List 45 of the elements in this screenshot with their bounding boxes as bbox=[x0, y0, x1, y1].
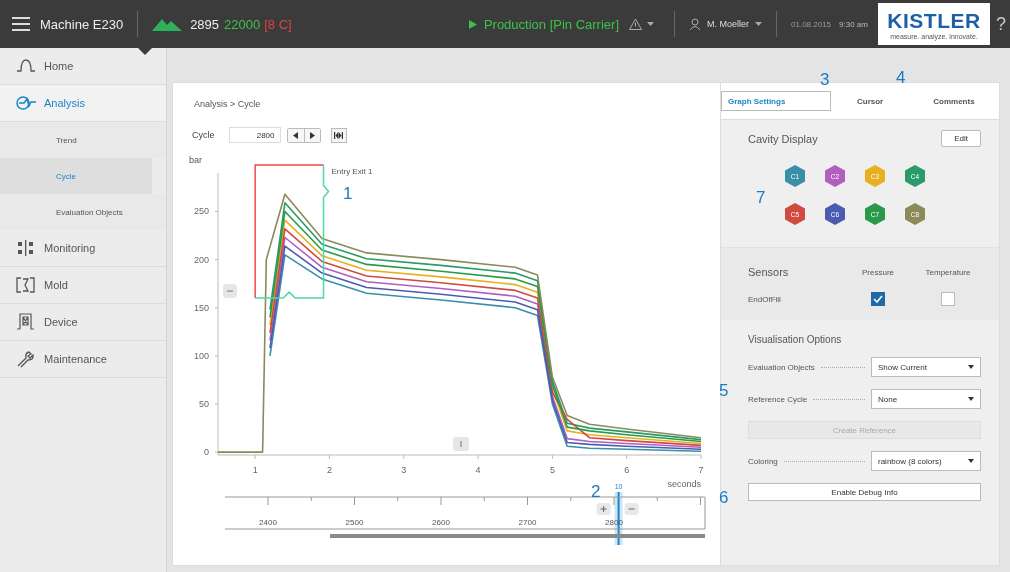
tick-label: 2400 bbox=[259, 518, 277, 527]
tick-label: 200 bbox=[193, 254, 209, 265]
option-label: Evaluation Objects bbox=[748, 362, 815, 372]
tick-label: 250 bbox=[193, 206, 209, 217]
tick-label: 5 bbox=[549, 465, 555, 475]
sensor-name: EndOfFill bbox=[748, 294, 782, 304]
callout-number: 1 bbox=[343, 184, 353, 204]
section-title: Cavity Display bbox=[748, 132, 818, 145]
section-title: Visualisation Options bbox=[748, 334, 843, 345]
window-label: Entry Exit 1 bbox=[331, 167, 373, 176]
machine-name: Machine E230 bbox=[40, 16, 124, 32]
tick-label: 4 bbox=[475, 465, 481, 475]
tick-label: 2 bbox=[326, 465, 332, 475]
tick-label: 6 bbox=[624, 465, 630, 475]
column-header: Pressure bbox=[861, 267, 895, 277]
tick-label: 2500 bbox=[345, 518, 364, 527]
tick-label: 7 bbox=[698, 465, 704, 475]
time: 9:30 am bbox=[839, 19, 868, 29]
option-label: Reference Cycle bbox=[748, 394, 808, 404]
tick-label: 0 bbox=[204, 447, 209, 458]
callout-number: 5 bbox=[719, 381, 729, 401]
section-title: Sensors bbox=[748, 266, 790, 278]
tick-label: 2700 bbox=[518, 518, 537, 527]
tick-label: 150 bbox=[193, 302, 209, 313]
field-label: Cycle bbox=[192, 130, 215, 140]
tick-label: 3 bbox=[401, 465, 407, 475]
cavity-count: [8 C] bbox=[264, 16, 292, 32]
callout-number: 3 bbox=[820, 70, 830, 90]
axis-label: seconds bbox=[667, 479, 701, 489]
option-label: Coloring bbox=[748, 456, 778, 466]
date: 01.08.2015 bbox=[791, 19, 832, 29]
tick-label: 100 bbox=[193, 350, 209, 361]
production-status: Production [Pin Carrier] bbox=[483, 16, 619, 32]
callout-number: 7 bbox=[756, 188, 766, 208]
breadcrumb: Analysis > Cycle bbox=[194, 99, 262, 109]
tick-label: 2600 bbox=[432, 518, 450, 527]
callout-number: 2 bbox=[591, 482, 601, 502]
cycle-target: 22000 bbox=[224, 16, 261, 32]
tick-label: 50 bbox=[199, 399, 209, 409]
callout-number: 6 bbox=[719, 488, 729, 508]
tick-label: 1 bbox=[252, 465, 258, 475]
axis-label: bar bbox=[189, 155, 202, 165]
cycle-counter: 2895 bbox=[190, 16, 220, 32]
column-header: Temperature bbox=[924, 267, 972, 277]
callout-number: 4 bbox=[896, 68, 906, 88]
